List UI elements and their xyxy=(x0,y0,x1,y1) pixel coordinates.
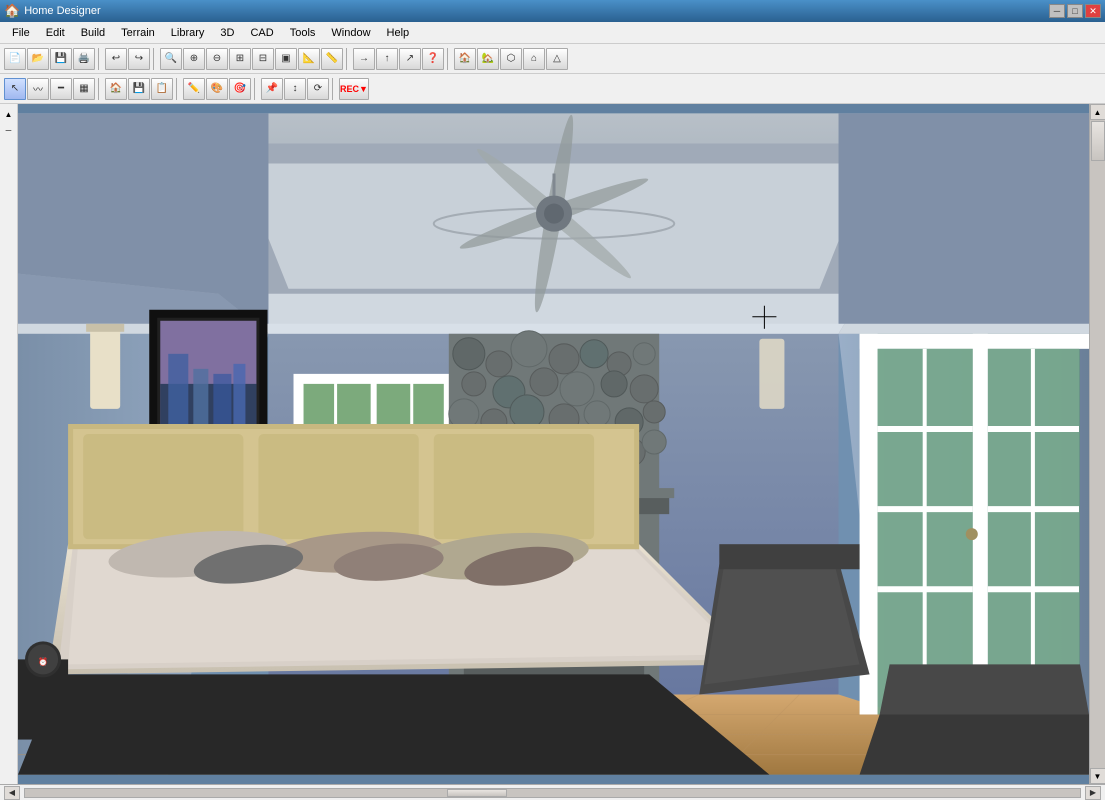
paint-tool[interactable]: 🎨 xyxy=(206,78,228,100)
menu-edit[interactable]: Edit xyxy=(38,25,73,41)
pencil-tool[interactable]: ✏️ xyxy=(183,78,205,100)
pin-tool[interactable]: 📌 xyxy=(261,78,283,100)
menubar: File Edit Build Terrain Library 3D CAD T… xyxy=(0,22,1105,44)
undo-button[interactable]: ↩ xyxy=(105,48,127,70)
separator2 xyxy=(153,48,157,70)
zoom-fit-button[interactable]: 🔍 xyxy=(160,48,182,70)
scroll-down-button[interactable]: ▼ xyxy=(1090,768,1105,784)
menu-terrain[interactable]: Terrain xyxy=(113,25,163,41)
separator5 xyxy=(98,78,102,100)
freehand-tool[interactable]: 〰 xyxy=(27,78,49,100)
svg-text:⏰: ⏰ xyxy=(38,656,48,666)
statusbar: ◀ ▶ xyxy=(0,784,1105,800)
menu-file[interactable]: File xyxy=(4,25,38,41)
separator8 xyxy=(332,78,336,100)
menu-tools[interactable]: Tools xyxy=(282,25,324,41)
titlebar-title: Home Designer xyxy=(24,5,1047,17)
menu-help[interactable]: Help xyxy=(379,25,418,41)
dimension-tool[interactable]: ↕ xyxy=(284,78,306,100)
select-all-button[interactable]: ▣ xyxy=(275,48,297,70)
menu-build[interactable]: Build xyxy=(73,25,113,41)
scroll-track[interactable] xyxy=(1090,120,1105,768)
scroll-thumb[interactable] xyxy=(1091,121,1105,161)
house2-button[interactable]: 🏡 xyxy=(477,48,499,70)
texture-tool[interactable]: 🎯 xyxy=(229,78,251,100)
scroll-left-button[interactable]: ◀ xyxy=(4,786,20,800)
right-scrollbar[interactable]: ▲ ▼ xyxy=(1089,104,1105,784)
scroll-right-button[interactable]: ▶ xyxy=(1085,786,1101,800)
copy-tool[interactable]: 📋 xyxy=(151,78,173,100)
rotate-tool[interactable]: ⟳ xyxy=(307,78,329,100)
wall-tool[interactable]: 🏠 xyxy=(105,78,127,100)
restore-button[interactable]: ⊟ xyxy=(252,48,274,70)
viewport[interactable]: ⏰ xyxy=(18,104,1089,784)
window-fill-button[interactable]: ⊞ xyxy=(229,48,251,70)
open-button[interactable]: 📂 xyxy=(27,48,49,70)
house-button[interactable]: 🏠 xyxy=(454,48,476,70)
elevation-button[interactable]: 📏 xyxy=(321,48,343,70)
hex-button[interactable]: ⬡ xyxy=(500,48,522,70)
horizontal-scroll[interactable] xyxy=(20,788,1085,798)
menu-library[interactable]: Library xyxy=(163,25,213,41)
maximize-button[interactable]: □ xyxy=(1067,4,1083,18)
new-button[interactable]: 📄 xyxy=(4,48,26,70)
main-area: ▲ ─ xyxy=(0,104,1105,784)
menu-cad[interactable]: CAD xyxy=(242,25,281,41)
app-icon: 🏠 xyxy=(4,3,20,19)
menu-window[interactable]: Window xyxy=(323,25,378,41)
select-tool[interactable]: ↖ xyxy=(4,78,26,100)
up-button[interactable]: ↑ xyxy=(376,48,398,70)
h-scroll-thumb[interactable] xyxy=(447,789,507,797)
room-scene: ⏰ xyxy=(18,104,1089,784)
line-tool[interactable]: ━ xyxy=(50,78,72,100)
print-button[interactable]: 🖨️ xyxy=(73,48,95,70)
save-button[interactable]: 💾 xyxy=(50,48,72,70)
record-btn[interactable]: REC▼ xyxy=(339,78,369,100)
left-arrow[interactable]: ▲ xyxy=(2,107,16,121)
separator7 xyxy=(254,78,258,100)
plan-view-button[interactable]: 📐 xyxy=(298,48,320,70)
zoom-in-button[interactable]: ⊕ xyxy=(183,48,205,70)
move-button[interactable]: → xyxy=(353,48,375,70)
toolbar1: 📄 📂 💾 🖨️ ↩ ↪ 🔍 ⊕ ⊖ ⊞ ⊟ ▣ 📐 📏 → ↑ ↗ ❓ 🏠 🏡… xyxy=(0,44,1105,74)
separator6 xyxy=(176,78,180,100)
left-btn1[interactable]: ─ xyxy=(2,123,16,137)
separator3 xyxy=(346,48,350,70)
grid-tool[interactable]: ▦ xyxy=(73,78,95,100)
angle-button[interactable]: ↗ xyxy=(399,48,421,70)
minimize-button[interactable]: ─ xyxy=(1049,4,1065,18)
roof-button[interactable]: △ xyxy=(546,48,568,70)
home-btn[interactable]: ⌂ xyxy=(523,48,545,70)
zoom-out-button[interactable]: ⊖ xyxy=(206,48,228,70)
help-button[interactable]: ❓ xyxy=(422,48,444,70)
menu-3d[interactable]: 3D xyxy=(212,25,242,41)
toolbar2: ↖ 〰 ━ ▦ 🏠 💾 📋 ✏️ 🎨 🎯 📌 ↕ ⟳ REC▼ xyxy=(0,74,1105,104)
scroll-up-button[interactable]: ▲ xyxy=(1090,104,1105,120)
close-button[interactable]: ✕ xyxy=(1085,4,1101,18)
h-scroll-track[interactable] xyxy=(24,788,1081,798)
left-toolbar: ▲ ─ xyxy=(0,104,18,784)
separator4 xyxy=(447,48,451,70)
separator1 xyxy=(98,48,102,70)
titlebar: 🏠 Home Designer ─ □ ✕ xyxy=(0,0,1105,22)
redo-button[interactable]: ↪ xyxy=(128,48,150,70)
floor-tool[interactable]: 💾 xyxy=(128,78,150,100)
